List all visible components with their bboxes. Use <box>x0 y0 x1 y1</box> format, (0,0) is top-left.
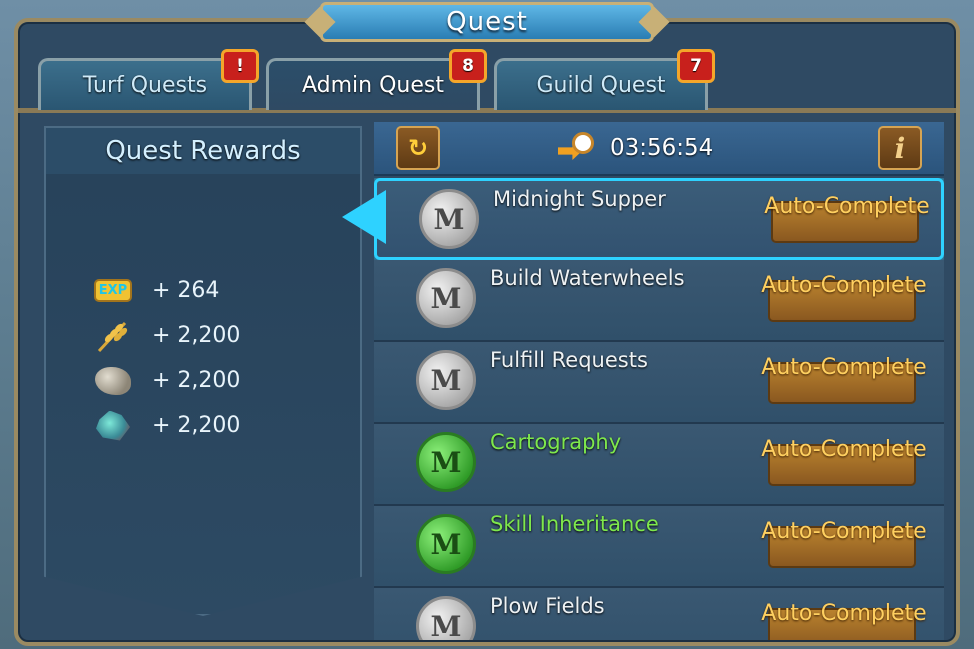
quest-rewards-panel: Quest Rewards EXP + 264 + 2,200 + 2,200 <box>44 126 362 616</box>
auto-complete-label: Auto-Complete <box>764 194 930 219</box>
wheat-icon <box>97 321 128 352</box>
quest-name: Fulfill Requests <box>490 348 648 372</box>
reward-row-food: + 2,200 <box>94 313 240 358</box>
quest-list: M Midnight Supper Auto-Complete M Build … <box>374 178 944 640</box>
tab-guild-quest[interactable]: Guild Quest 7 <box>494 49 715 110</box>
quest-tabs: Turf Quests ! Admin Quest 8 Guild Quest … <box>38 49 715 110</box>
tab-label: Guild Quest <box>536 73 666 98</box>
refresh-button[interactable]: ↻ <box>396 126 440 170</box>
auto-complete-label: Auto-Complete <box>761 437 927 462</box>
reward-list: EXP + 264 + 2,200 + 2,200 + 2,200 <box>93 268 240 448</box>
rewards-title: Quest Rewards <box>46 128 360 174</box>
tab-turf-quests[interactable]: Turf Quests ! <box>38 49 259 110</box>
quest-name: Plow Fields <box>490 594 605 618</box>
quest-row-cartography[interactable]: M Cartography Auto-Complete <box>374 424 944 506</box>
quest-list-header: ↻ 03:56:54 i <box>374 122 944 176</box>
reward-row-ore: + 2,200 <box>94 403 240 448</box>
timer-value: 03:56:54 <box>610 135 714 161</box>
info-icon: i <box>894 131 906 165</box>
refresh-timer: 03:56:54 <box>558 132 713 164</box>
tab-label: Turf Quests <box>82 73 208 98</box>
reward-row-exp: EXP + 264 <box>93 268 240 313</box>
quest-seal-icon: M <box>416 432 476 492</box>
stone-icon <box>95 366 131 395</box>
quest-seal-icon: M <box>416 514 476 574</box>
auto-complete-label: Auto-Complete <box>761 601 927 626</box>
quest-seal-icon: M <box>416 596 476 640</box>
reward-row-stone: + 2,200 <box>94 358 240 403</box>
quest-name: Cartography <box>490 430 622 454</box>
auto-complete-label: Auto-Complete <box>761 355 927 380</box>
quest-seal-icon: M <box>416 350 476 410</box>
window-title: Quest <box>446 7 528 37</box>
reward-amount: + 2,200 <box>152 413 241 438</box>
count-badge: 7 <box>677 49 715 83</box>
quest-seal-icon: M <box>419 189 479 249</box>
count-badge: 8 <box>449 49 487 83</box>
quest-row-midnight-supper[interactable]: M Midnight Supper Auto-Complete <box>374 178 944 260</box>
ore-icon <box>96 410 130 441</box>
tab-admin-quest[interactable]: Admin Quest 8 <box>266 49 487 110</box>
auto-complete-label: Auto-Complete <box>761 273 927 298</box>
quest-row-skill-inheritance[interactable]: M Skill Inheritance Auto-Complete <box>374 506 944 588</box>
quest-name: Midnight Supper <box>493 187 666 211</box>
reward-amount: + 2,200 <box>152 368 241 393</box>
info-button[interactable]: i <box>878 126 922 170</box>
timer-icon <box>558 132 596 164</box>
quest-name: Build Waterwheels <box>490 266 685 290</box>
tab-label: Admin Quest <box>302 73 444 98</box>
quest-row-plow-fields[interactable]: M Plow Fields Auto-Complete <box>374 588 944 640</box>
quest-row-fulfill-requests[interactable]: M Fulfill Requests Auto-Complete <box>374 342 944 424</box>
reward-amount: + 264 <box>152 278 220 303</box>
alert-badge-icon: ! <box>221 49 259 83</box>
quest-row-build-waterwheels[interactable]: M Build Waterwheels Auto-Complete <box>374 260 944 342</box>
quest-name: Skill Inheritance <box>490 512 659 536</box>
reward-amount: + 2,200 <box>152 323 241 348</box>
auto-complete-label: Auto-Complete <box>761 519 927 544</box>
window-title-banner: Quest <box>320 2 654 42</box>
quest-seal-icon: M <box>416 268 476 328</box>
exp-icon: EXP <box>93 279 133 302</box>
refresh-icon: ↻ <box>407 134 429 162</box>
